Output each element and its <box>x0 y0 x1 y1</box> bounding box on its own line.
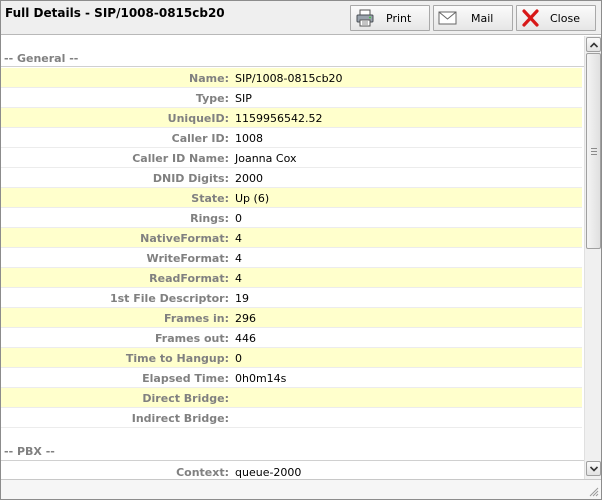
details-content: -- General -- Name: SIP/1008-0815cb20 Ty… <box>1 36 584 479</box>
close-button[interactable]: Close <box>516 5 596 31</box>
scroll-down-button[interactable] <box>586 461 601 476</box>
row-label: Caller ID Name: <box>132 152 229 165</box>
row-label: Context: <box>176 466 229 479</box>
row-label: Elapsed Time: <box>142 372 229 385</box>
row-value: 446 <box>235 332 256 345</box>
row-value: 4 <box>235 252 242 265</box>
chevron-down-icon <box>590 466 598 472</box>
detail-row-elapsed-time: Elapsed Time: 0h0m14s <box>1 368 582 388</box>
row-value: queue-2000 <box>235 466 302 479</box>
row-value: 0h0m14s <box>235 372 287 385</box>
row-value: Joanna Cox <box>235 152 297 165</box>
detail-row-time-to-hangup: Time to Hangup: 0 <box>1 348 582 368</box>
detail-row-uniqueid: UniqueID: 1159956542.52 <box>1 108 582 128</box>
row-label: Type: <box>195 92 229 105</box>
printer-icon <box>355 9 375 27</box>
detail-row-caller-id: Caller ID: 1008 <box>1 128 582 148</box>
detail-row-frames-in: Frames in: 296 <box>1 308 582 328</box>
row-value: 1008 <box>235 132 263 145</box>
detail-row-direct-bridge: Direct Bridge: <box>1 388 582 408</box>
status-bar <box>1 479 601 499</box>
row-value: SIP/1008-0815cb20 <box>235 72 343 85</box>
mail-button[interactable]: Mail <box>433 5 513 31</box>
detail-row-read-format: ReadFormat: 4 <box>1 268 582 288</box>
row-label: Time to Hangup: <box>125 352 229 365</box>
detail-row-native-format: NativeFormat: 4 <box>1 228 582 248</box>
detail-row-caller-id-name: Caller ID Name: Joanna Cox <box>1 148 582 168</box>
envelope-icon <box>438 9 458 27</box>
detail-row-context: Context: queue-2000 <box>1 462 582 479</box>
detail-row-frames-out: Frames out: 446 <box>1 328 582 348</box>
close-icon <box>521 9 541 27</box>
row-value: 19 <box>235 292 249 305</box>
row-value: 2000 <box>235 172 263 185</box>
section-divider <box>1 66 584 67</box>
row-value: 296 <box>235 312 256 325</box>
pbx-section-header: -- PBX -- <box>4 445 55 458</box>
row-label: Frames out: <box>154 332 229 345</box>
detail-row-rings: Rings: 0 <box>1 208 582 228</box>
row-value: SIP <box>235 92 252 105</box>
row-label: NativeFormat: <box>140 232 229 245</box>
row-value: 4 <box>235 232 242 245</box>
detail-row-file-descriptor: 1st File Descriptor: 19 <box>1 288 582 308</box>
detail-row-name: Name: SIP/1008-0815cb20 <box>1 68 582 88</box>
close-button-label: Close <box>550 12 580 25</box>
row-label: Direct Bridge: <box>142 392 229 405</box>
row-label: Frames in: <box>164 312 229 325</box>
detail-row-indirect-bridge: Indirect Bridge: <box>1 408 582 428</box>
row-label: WriteFormat: <box>146 252 229 265</box>
chevron-up-icon <box>590 42 598 48</box>
row-value: 4 <box>235 272 242 285</box>
row-value: Up (6) <box>235 192 270 205</box>
grip-line <box>591 154 597 155</box>
detail-row-write-format: WriteFormat: 4 <box>1 248 582 268</box>
detail-row-type: Type: SIP <box>1 88 582 108</box>
row-value: 0 <box>235 212 242 225</box>
mail-button-label: Mail <box>471 12 494 25</box>
row-label: 1st File Descriptor: <box>109 292 229 305</box>
resize-grip-icon[interactable] <box>587 485 599 497</box>
general-section-header: -- General -- <box>4 52 79 65</box>
grip-line <box>591 148 597 149</box>
row-label: Caller ID: <box>171 132 229 145</box>
scrollbar-thumb[interactable] <box>586 53 601 249</box>
row-label: UniqueID: <box>167 112 229 125</box>
section-divider <box>1 460 584 461</box>
print-button[interactable]: Print <box>350 5 430 31</box>
scroll-up-button[interactable] <box>586 37 601 52</box>
detail-row-state: State: Up (6) <box>1 188 582 208</box>
row-label: Name: <box>189 72 229 85</box>
window-title: Full Details - SIP/1008-0815cb20 <box>5 6 225 20</box>
title-bar: Full Details - SIP/1008-0815cb20 Print M… <box>1 1 601 35</box>
grip-line <box>591 151 597 152</box>
vertical-scrollbar[interactable] <box>584 36 601 479</box>
row-value: 0 <box>235 352 242 365</box>
row-value: 1159956542.52 <box>235 112 323 125</box>
row-label: ReadFormat: <box>149 272 229 285</box>
row-label: State: <box>191 192 229 205</box>
detail-row-dnid-digits: DNID Digits: 2000 <box>1 168 582 188</box>
details-window: Full Details - SIP/1008-0815cb20 Print M… <box>0 0 602 500</box>
row-label: Rings: <box>190 212 229 225</box>
print-button-label: Print <box>386 12 412 25</box>
row-label: Indirect Bridge: <box>131 412 229 425</box>
row-label: DNID Digits: <box>152 172 229 185</box>
